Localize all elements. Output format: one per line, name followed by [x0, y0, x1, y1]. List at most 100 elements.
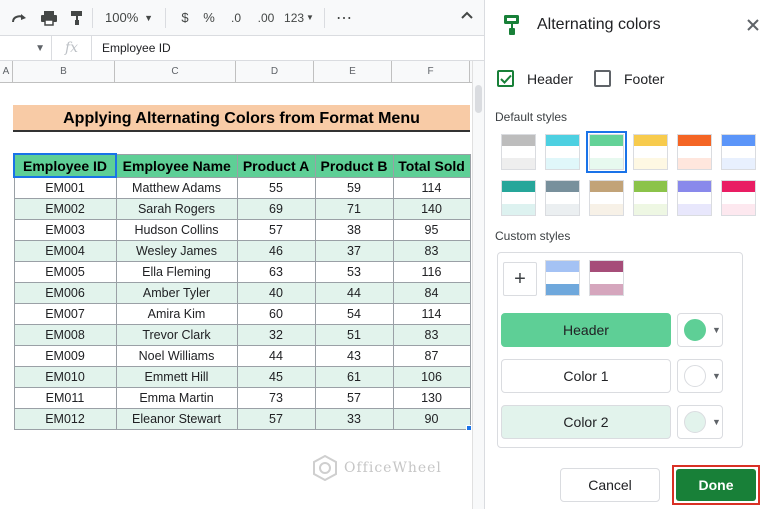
default-style-swatch[interactable] [633, 134, 668, 170]
table-cell[interactable]: 84 [392, 281, 471, 304]
default-style-swatch[interactable] [586, 131, 627, 173]
table-cell[interactable]: 57 [236, 218, 316, 241]
zoom-select[interactable]: 100% ▼ [101, 5, 157, 31]
header-cell[interactable]: Employee ID [13, 153, 117, 178]
table-cell[interactable]: 69 [236, 197, 316, 220]
increase-decimals-button[interactable]: .00 [250, 5, 282, 31]
table-cell[interactable]: Matthew Adams [115, 176, 238, 199]
default-style-swatch[interactable] [501, 180, 536, 216]
default-style-swatch[interactable] [633, 180, 668, 216]
table-cell[interactable]: 43 [314, 344, 394, 367]
table-cell[interactable]: Wesley James [115, 239, 238, 262]
more-icon[interactable]: ⋯ [333, 5, 355, 31]
table-cell[interactable]: EM009 [13, 344, 117, 367]
table-cell[interactable]: 63 [236, 260, 316, 283]
table-cell[interactable]: 40 [236, 281, 316, 304]
table-cell[interactable]: Noel Williams [115, 344, 238, 367]
table-cell[interactable]: 130 [392, 386, 471, 409]
table-cell[interactable]: Ella Fleming [115, 260, 238, 283]
table-cell[interactable]: 95 [392, 218, 471, 241]
table-cell[interactable]: 59 [314, 176, 394, 199]
header-cell[interactable]: Total Sold [392, 153, 471, 178]
decrease-decimals-button[interactable]: .0 [222, 5, 250, 31]
default-style-swatch[interactable] [677, 180, 712, 216]
table-cell[interactable]: EM004 [13, 239, 117, 262]
formula-input[interactable]: Employee ID [92, 41, 171, 55]
table-cell[interactable]: 46 [236, 239, 316, 262]
header-checkbox[interactable] [497, 70, 514, 87]
print-icon[interactable] [40, 5, 58, 31]
redo-icon[interactable] [10, 5, 28, 31]
table-cell[interactable]: 83 [392, 239, 471, 262]
selection-fill-handle[interactable] [466, 425, 472, 431]
chevron-up-icon[interactable] [460, 8, 474, 23]
custom-style-swatch[interactable] [545, 260, 580, 296]
table-cell[interactable]: 37 [314, 239, 394, 262]
vertical-scrollbar[interactable] [472, 61, 484, 509]
default-style-swatch[interactable] [721, 134, 756, 170]
default-style-swatch[interactable] [545, 134, 580, 170]
column-header-a[interactable]: A [0, 61, 13, 83]
column-header-e[interactable]: E [314, 61, 392, 83]
table-cell[interactable]: 140 [392, 197, 471, 220]
header-color-field[interactable]: Header [501, 313, 671, 347]
table-cell[interactable]: EM011 [13, 386, 117, 409]
header-checkbox-row[interactable]: Header [497, 70, 573, 87]
header-cell[interactable]: Product A [236, 153, 316, 178]
column-header-f[interactable]: F [392, 61, 470, 83]
default-style-swatch[interactable] [677, 134, 712, 170]
header-color-picker[interactable]: ▼ [677, 313, 723, 347]
table-cell[interactable]: Emmett Hill [115, 365, 238, 388]
table-cell[interactable]: 71 [314, 197, 394, 220]
table-cell[interactable]: Amira Kim [115, 302, 238, 325]
table-cell[interactable]: EM001 [13, 176, 117, 199]
custom-style-swatch[interactable] [589, 260, 624, 296]
table-cell[interactable]: 45 [236, 365, 316, 388]
table-cell[interactable]: 116 [392, 260, 471, 283]
table-cell[interactable]: 32 [236, 323, 316, 346]
add-custom-style-button[interactable]: + [503, 262, 537, 296]
table-cell[interactable]: 114 [392, 176, 471, 199]
table-cell[interactable]: 33 [314, 407, 394, 430]
color2-field[interactable]: Color 2 [501, 405, 671, 439]
table-cell[interactable]: 90 [392, 407, 471, 430]
table-cell[interactable]: Trevor Clark [115, 323, 238, 346]
table-cell[interactable]: 106 [392, 365, 471, 388]
table-cell[interactable]: EM006 [13, 281, 117, 304]
table-cell[interactable]: EM007 [13, 302, 117, 325]
sheet-title[interactable]: Applying Alternating Colors from Format … [13, 105, 470, 132]
table-cell[interactable]: EM003 [13, 218, 117, 241]
header-cell[interactable]: Product B [314, 153, 394, 178]
percent-button[interactable]: % [196, 5, 222, 31]
table-cell[interactable]: EM008 [13, 323, 117, 346]
cancel-button[interactable]: Cancel [560, 468, 660, 502]
default-style-swatch[interactable] [545, 180, 580, 216]
table-cell[interactable]: EM012 [13, 407, 117, 430]
table-cell[interactable]: 51 [314, 323, 394, 346]
table-cell[interactable]: EM002 [13, 197, 117, 220]
column-header-b[interactable]: B [13, 61, 115, 83]
column-header-d[interactable]: D [236, 61, 314, 83]
table-cell[interactable]: 55 [236, 176, 316, 199]
table-cell[interactable]: 87 [392, 344, 471, 367]
done-button[interactable]: Done [676, 469, 756, 501]
default-style-swatch[interactable] [501, 134, 536, 170]
column-header-c[interactable]: C [115, 61, 236, 83]
table-cell[interactable]: 61 [314, 365, 394, 388]
name-box[interactable]: ▼ [0, 36, 52, 60]
table-cell[interactable]: 38 [314, 218, 394, 241]
table-cell[interactable]: Emma Martin [115, 386, 238, 409]
table-cell[interactable]: Hudson Collins [115, 218, 238, 241]
footer-checkbox[interactable] [594, 70, 611, 87]
table-cell[interactable]: Amber Tyler [115, 281, 238, 304]
table-cell[interactable]: 44 [314, 281, 394, 304]
table-cell[interactable]: 54 [314, 302, 394, 325]
scroll-thumb[interactable] [475, 85, 482, 113]
close-icon[interactable] [746, 16, 760, 37]
table-cell[interactable]: 73 [236, 386, 316, 409]
table-cell[interactable]: 60 [236, 302, 316, 325]
table-cell[interactable]: Sarah Rogers [115, 197, 238, 220]
more-formats-button[interactable]: 123 ▼ [282, 5, 316, 31]
color2-picker[interactable]: ▼ [677, 405, 723, 439]
table-cell[interactable]: 57 [314, 386, 394, 409]
